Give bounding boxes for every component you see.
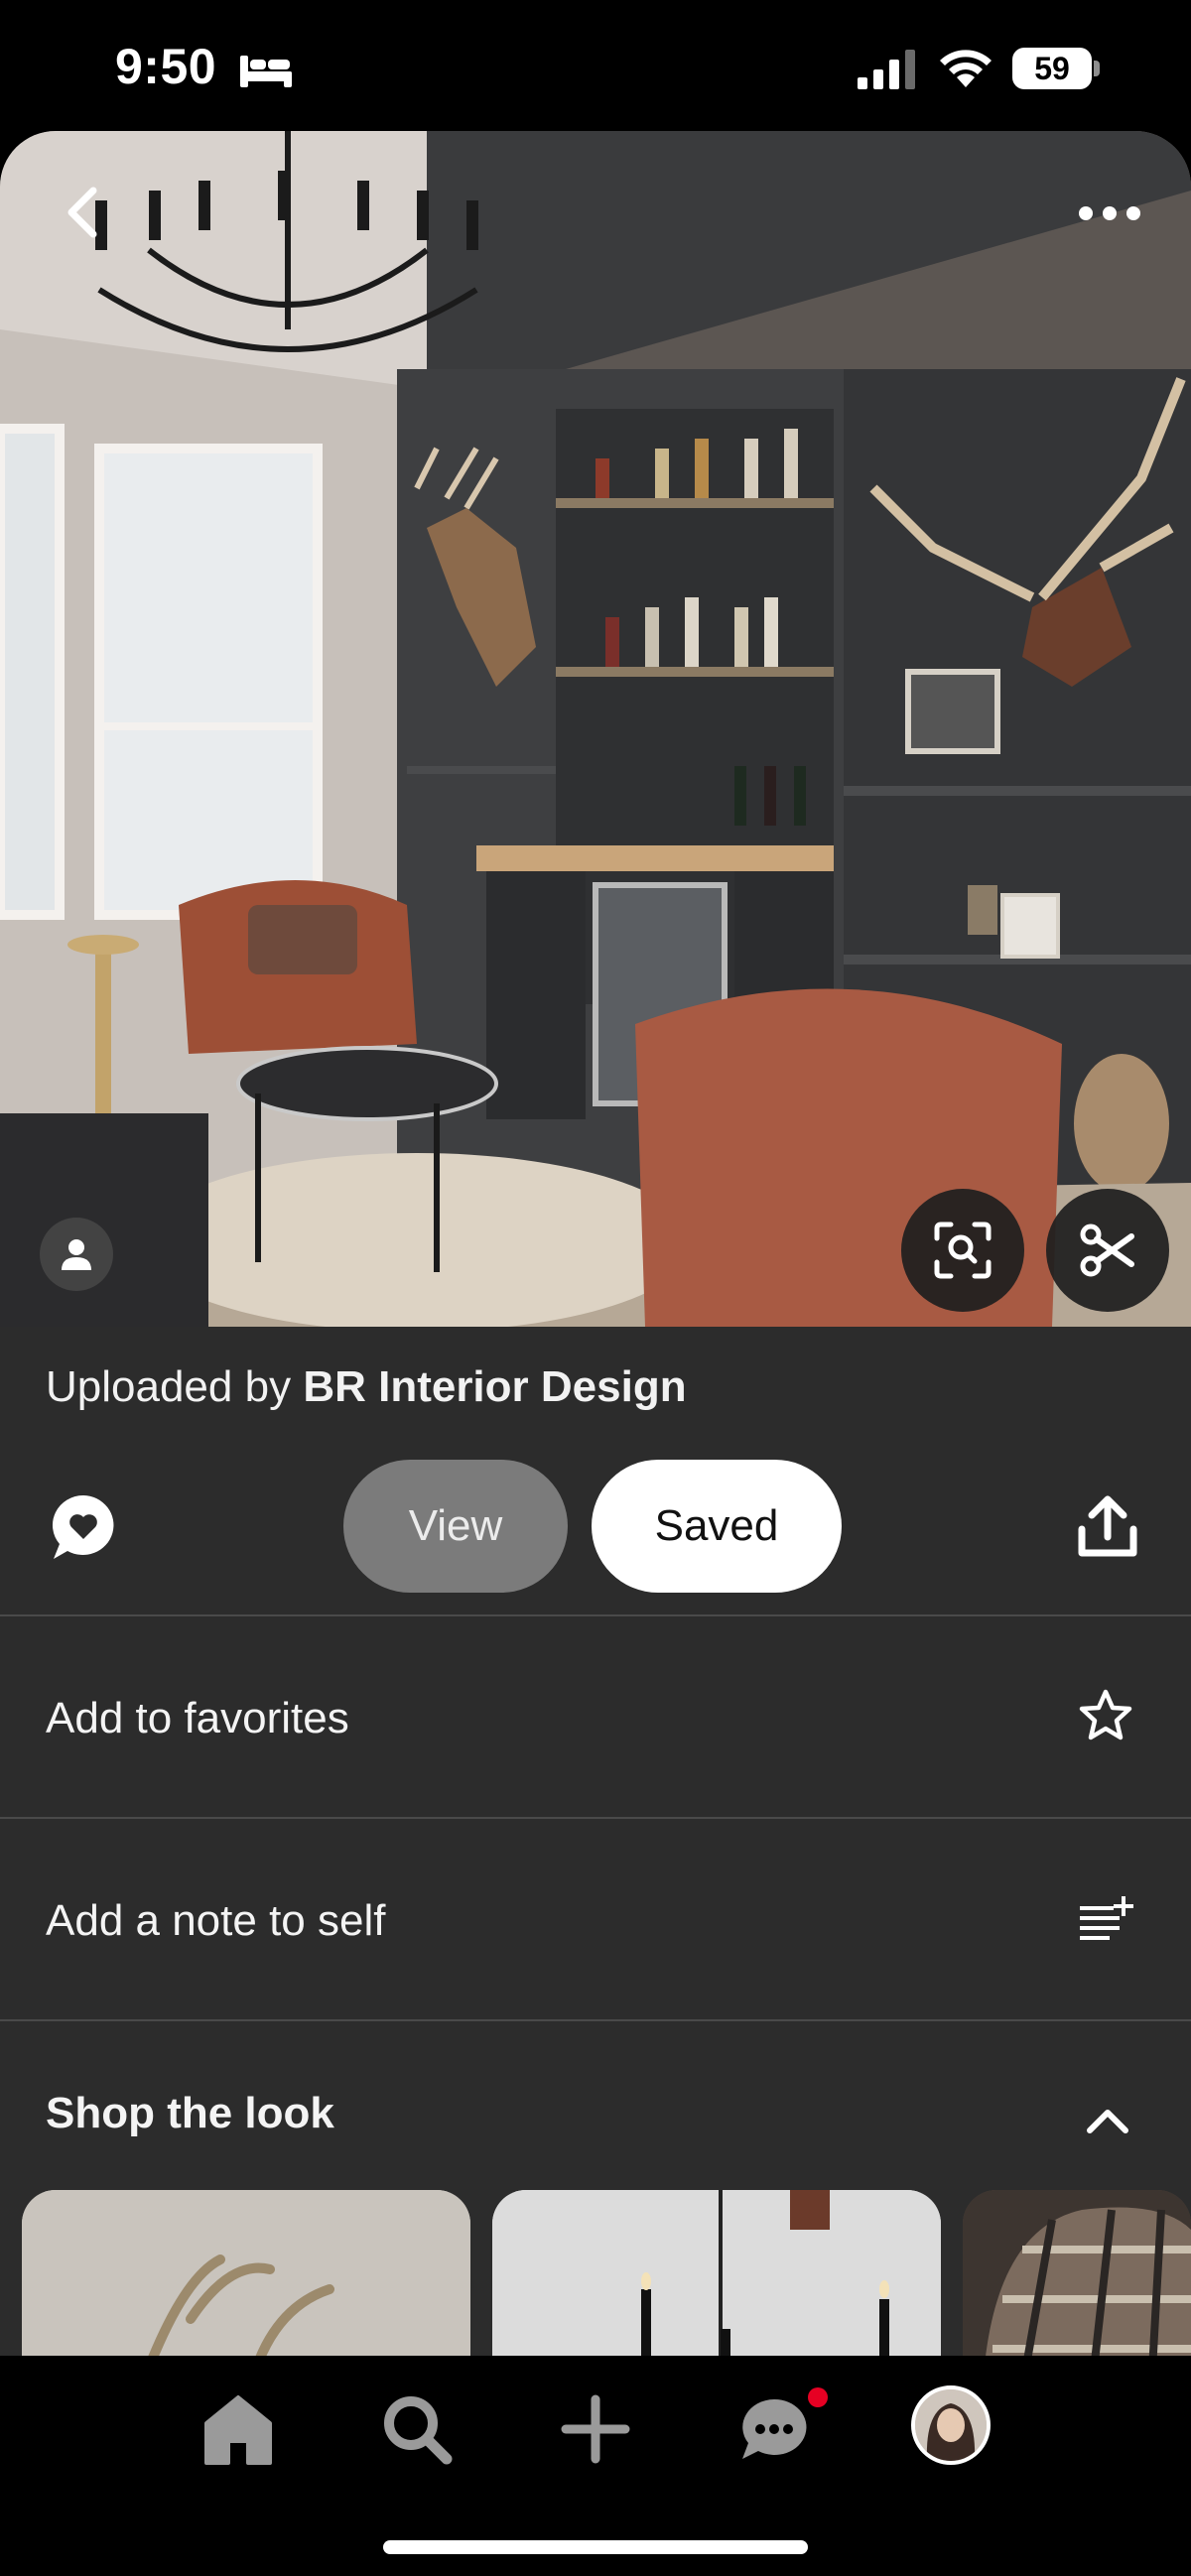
share-icon[interactable] <box>1074 1493 1141 1561</box>
home-icon[interactable] <box>198 2389 278 2469</box>
saved-button[interactable]: Saved <box>592 1460 842 1593</box>
pin-info-panel: Uploaded by BR Interior Design View Save… <box>0 1327 1191 2388</box>
chevron-up-icon[interactable] <box>1082 2095 1133 2146</box>
profile-avatar[interactable] <box>911 2385 991 2465</box>
message-notification-badge <box>808 2387 828 2407</box>
more-options-button[interactable] <box>1072 189 1151 238</box>
home-indicator <box>383 2540 808 2554</box>
divider <box>0 2019 1191 2021</box>
signal-icon <box>858 50 915 89</box>
battery-cap <box>1094 61 1100 76</box>
messages-icon[interactable] <box>734 2389 814 2469</box>
search-icon[interactable] <box>377 2389 457 2469</box>
bottom-tab-bar <box>0 2356 1191 2576</box>
avatar-photo <box>915 2389 987 2461</box>
uploaded-by-prefix: Uploaded by <box>46 1362 292 1411</box>
status-time: 9:50 <box>115 39 217 94</box>
visual-search-icon <box>934 1222 992 1279</box>
sleep-focus-icon <box>240 56 292 87</box>
star-icon <box>1079 1689 1132 1740</box>
view-button[interactable]: View <box>343 1460 568 1593</box>
add-note-icon <box>1080 1896 1133 1940</box>
comment-reaction-icon[interactable] <box>46 1489 121 1565</box>
status-bar: 9:50 59 <box>0 0 1191 131</box>
scissors-icon <box>1080 1224 1134 1277</box>
visual-search-button[interactable] <box>901 1189 1024 1312</box>
uploader-name[interactable]: BR Interior Design <box>303 1362 686 1411</box>
more-dots-icon <box>1079 206 1140 220</box>
account-icon <box>62 1239 91 1270</box>
add-to-favorites-row[interactable]: Add to favorites <box>0 1616 1191 1815</box>
interior-scene-illustration <box>0 131 1191 1327</box>
wifi-icon <box>940 50 992 87</box>
create-icon[interactable] <box>556 2389 635 2469</box>
cutout-button[interactable] <box>1046 1189 1169 1312</box>
add-note-row[interactable]: Add a note to self <box>0 1819 1191 2017</box>
back-button[interactable] <box>50 181 113 244</box>
note-label: Add a note to self <box>46 1896 386 1945</box>
uploaded-by: Uploaded by BR Interior Design <box>46 1362 687 1412</box>
battery-indicator: 59 <box>1012 48 1100 89</box>
account-button[interactable] <box>40 1218 113 1291</box>
back-chevron-icon <box>67 187 97 238</box>
battery-level: 59 <box>1012 48 1092 89</box>
shop-the-look-title: Shop the look <box>46 2089 334 2137</box>
favorites-label: Add to favorites <box>46 1694 349 1742</box>
pin-image[interactable] <box>0 131 1191 1327</box>
